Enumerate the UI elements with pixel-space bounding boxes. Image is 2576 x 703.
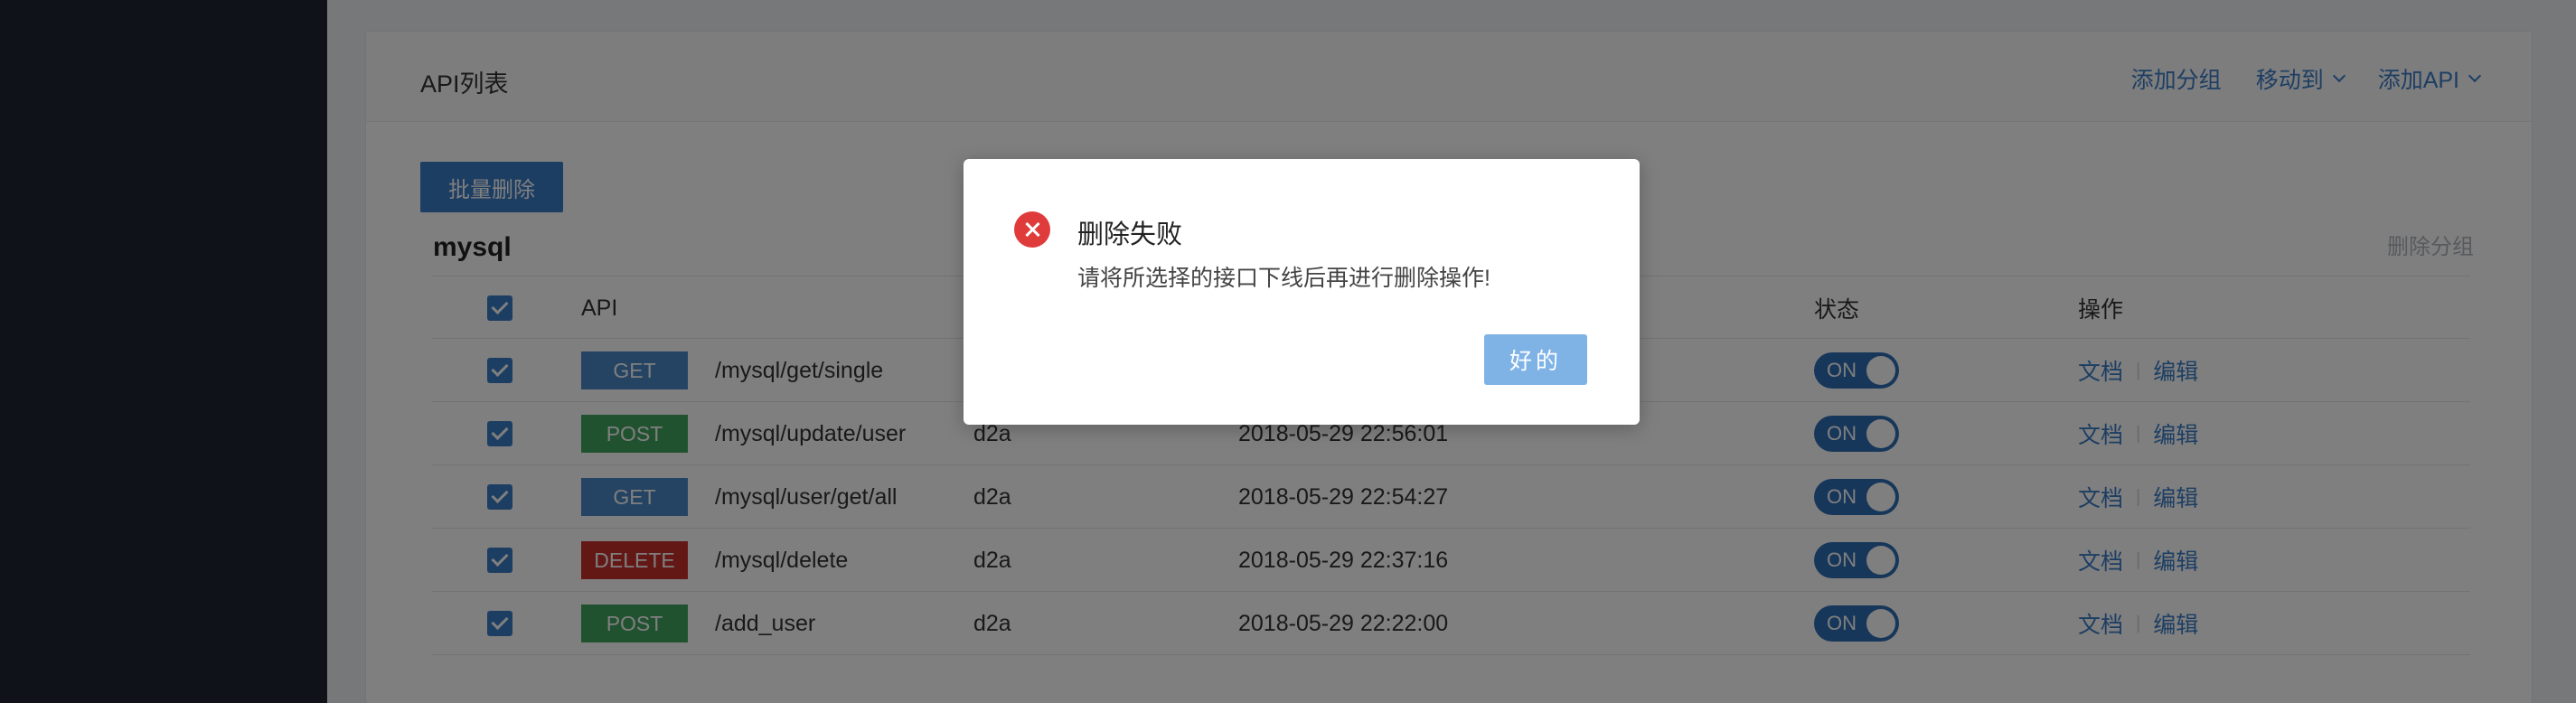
error-dialog: 删除失败 请将所选择的接口下线后再进行删除操作! 好的 bbox=[964, 159, 1640, 425]
error-icon bbox=[1014, 211, 1050, 248]
dialog-title: 删除失败 bbox=[1077, 220, 1183, 249]
dialog-message: 请将所选择的接口下线后再进行删除操作! bbox=[1077, 266, 1490, 291]
ok-button[interactable]: 好的 bbox=[1484, 334, 1587, 385]
